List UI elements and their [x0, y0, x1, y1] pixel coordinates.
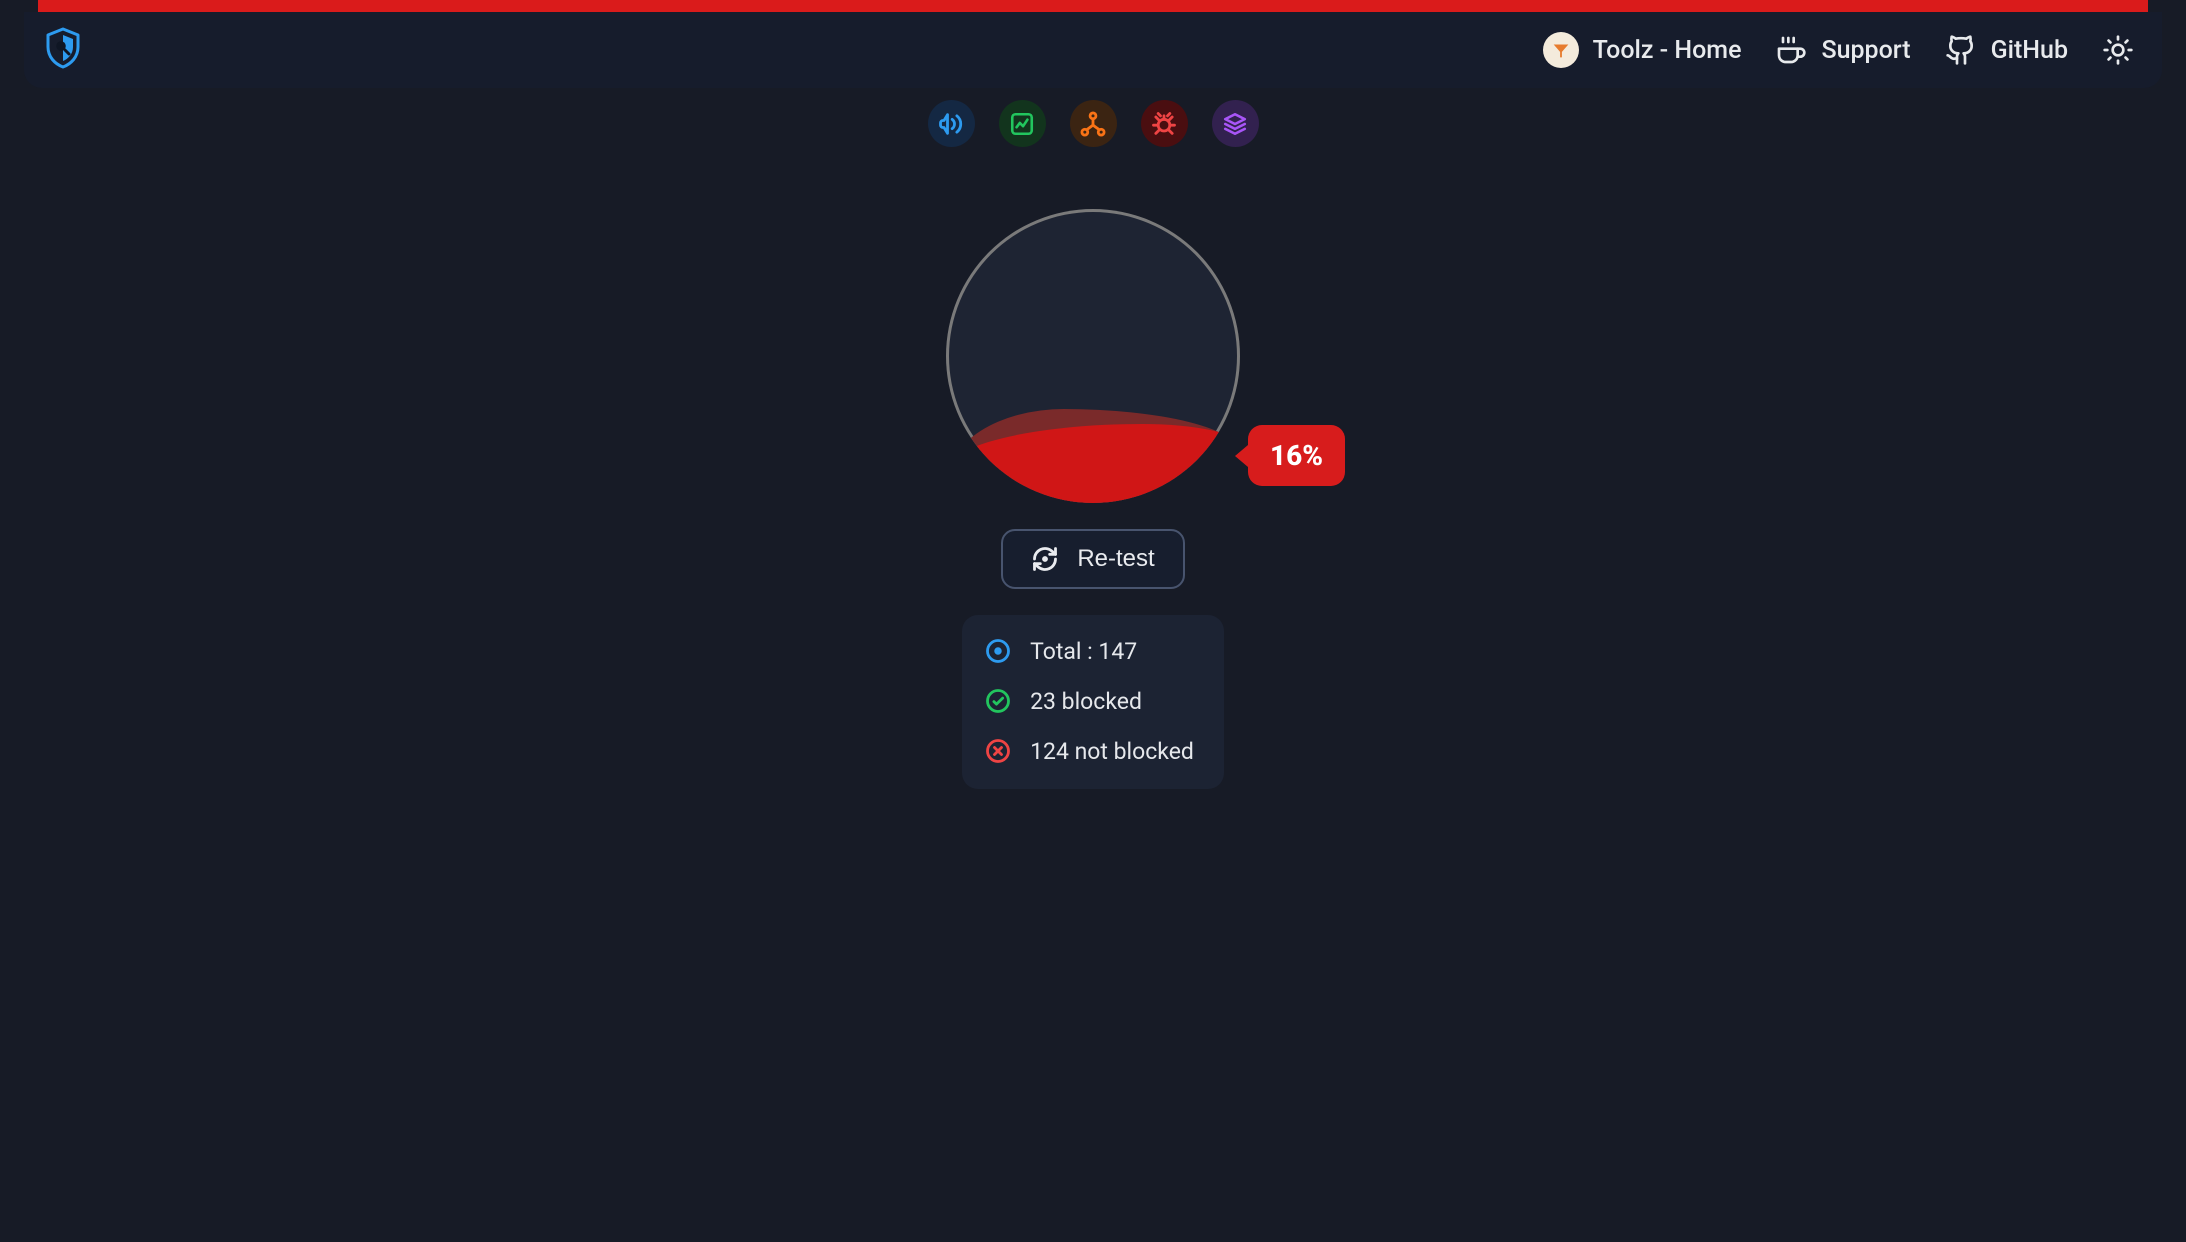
layers-icon [1222, 111, 1248, 137]
stats-card: Total : 147 23 blocked 124 not blocked [962, 615, 1224, 789]
dot-circle-icon [984, 637, 1012, 665]
toolz-avatar-icon [1543, 32, 1579, 68]
nav-links: Toolz - Home Support GitHub [1543, 32, 2134, 68]
coffee-icon [1775, 34, 1807, 66]
alert-bar [38, 0, 2148, 12]
stat-total-label: Total : 147 [1030, 638, 1137, 665]
result-gauge: 16% [946, 209, 1240, 503]
theme-toggle[interactable] [2102, 34, 2134, 66]
category-row [0, 100, 2186, 147]
app-logo[interactable] [44, 27, 82, 73]
refresh-icon [1031, 545, 1059, 573]
network-icon [1079, 110, 1107, 138]
category-mix[interactable] [1212, 100, 1259, 147]
github-icon [1945, 34, 1977, 66]
category-malware[interactable] [1141, 100, 1188, 147]
stat-not-blocked: 124 not blocked [984, 737, 1194, 765]
retest-button[interactable]: Re-test [1001, 529, 1184, 589]
gauge-percent-badge: 16% [1248, 425, 1345, 486]
nav-github-label: GitHub [1991, 36, 2068, 65]
nav-support[interactable]: Support [1775, 34, 1910, 66]
gauge-circle [946, 209, 1240, 503]
sun-icon [2102, 34, 2134, 66]
nav-home-label: Toolz - Home [1593, 36, 1742, 65]
stat-blocked: 23 blocked [984, 687, 1194, 715]
stat-blocked-label: 23 blocked [1030, 688, 1142, 715]
chart-icon [1009, 111, 1035, 137]
nav-home[interactable]: Toolz - Home [1543, 32, 1742, 68]
main-content: 16% Re-test Total : 147 23 blocked 124 n… [0, 209, 2186, 789]
megaphone-icon [937, 110, 965, 138]
category-analytics[interactable] [999, 100, 1046, 147]
x-circle-icon [984, 737, 1012, 765]
nav-support-label: Support [1821, 36, 1910, 65]
category-social[interactable] [1070, 100, 1117, 147]
check-circle-icon [984, 687, 1012, 715]
stat-not-blocked-label: 124 not blocked [1030, 738, 1194, 765]
retest-label: Re-test [1077, 545, 1154, 573]
category-ads[interactable] [928, 100, 975, 147]
navbar: Toolz - Home Support GitHub [24, 12, 2162, 88]
bug-icon [1150, 110, 1178, 138]
nav-github[interactable]: GitHub [1945, 34, 2068, 66]
stat-total: Total : 147 [984, 637, 1194, 665]
